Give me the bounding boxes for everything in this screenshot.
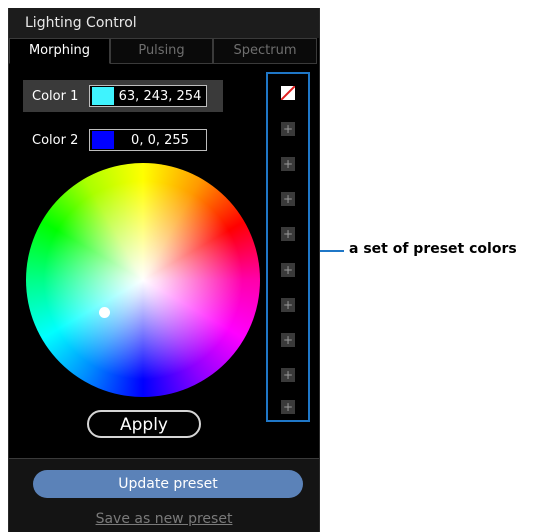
update-preset-button[interactable]: Update preset (33, 470, 303, 498)
preset-colors-panel: + + + + + + + + + (266, 72, 310, 422)
color-1-field[interactable]: 63, 243, 254 (89, 85, 207, 107)
preset-add-icon[interactable]: + (281, 263, 295, 277)
preset-add-icon[interactable]: + (281, 122, 295, 136)
color-1-row[interactable]: Color 1 63, 243, 254 (23, 80, 223, 112)
color-2-label: Color 2 (32, 132, 79, 148)
preset-add-icon[interactable]: + (281, 298, 295, 312)
preset-add-icon[interactable]: + (281, 368, 295, 382)
preset-none-icon[interactable] (281, 86, 295, 100)
preset-add-icon[interactable]: + (281, 157, 295, 171)
preset-add-icon[interactable]: + (281, 227, 295, 241)
tab-pulsing[interactable]: Pulsing (110, 38, 213, 64)
callout-line (320, 250, 344, 252)
mode-tabs: Morphing Pulsing Spectrum (9, 38, 319, 64)
lighting-control-panel: Lighting Control Morphing Pulsing Spectr… (8, 8, 320, 532)
preset-add-icon[interactable]: + (281, 192, 295, 206)
color-1-swatch (92, 87, 114, 105)
save-as-new-preset-link[interactable]: Save as new preset (9, 511, 319, 527)
preset-add-icon[interactable]: + (281, 333, 295, 347)
tab-spectrum[interactable]: Spectrum (213, 38, 317, 64)
color-2-field[interactable]: 0, 0, 255 (89, 129, 207, 151)
apply-button[interactable]: Apply (87, 410, 201, 438)
callout-label: a set of preset colors (349, 241, 517, 257)
color-2-swatch (92, 131, 114, 149)
color-wheel-picker-handle[interactable] (99, 307, 110, 318)
page: Lighting Control Morphing Pulsing Spectr… (0, 0, 553, 532)
color-2-row[interactable]: Color 2 0, 0, 255 (23, 124, 223, 156)
window-title: Lighting Control (9, 8, 319, 38)
color-1-value: 63, 243, 254 (118, 88, 202, 104)
tab-morphing[interactable]: Morphing (9, 38, 110, 64)
color-wheel[interactable] (26, 163, 260, 397)
color-1-label: Color 1 (32, 88, 79, 104)
preset-add-icon[interactable]: + (281, 400, 295, 414)
color-2-value: 0, 0, 255 (131, 132, 189, 148)
footer: Update preset Save as new preset (9, 459, 319, 532)
